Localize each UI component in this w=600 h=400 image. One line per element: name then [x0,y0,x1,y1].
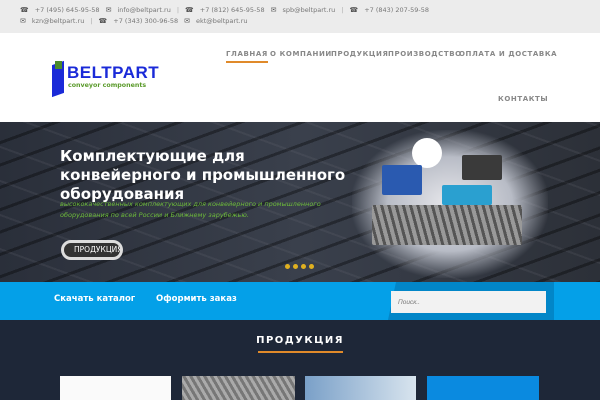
separator: | [90,17,93,25]
nav-home[interactable]: ГЛАВНАЯ [226,50,268,63]
nav-contacts[interactable]: КОНТАКТЫ [498,95,548,103]
email-address[interactable]: spb@beltpart.ru [282,5,335,16]
nav-production[interactable]: ПРОИЗВОДСТВО [388,50,462,58]
mail-icon: ✉ [184,17,190,25]
phone-icon: ☎ [20,6,29,14]
nav-payment-delivery[interactable]: ОПЛАТА И ДОСТАВКА [459,50,557,58]
separator: | [176,6,180,14]
nav-about[interactable]: О КОМПАНИИ [270,50,332,58]
separator: | [341,6,344,14]
phone-number[interactable]: +7 (495) 645-95-58 [35,5,100,16]
logo-mark-accent [55,61,62,69]
heading-underline [258,351,343,353]
hero-subtitle: высококачественных комплектующих для кон… [60,200,321,219]
slide-dot[interactable] [293,264,298,269]
product-card[interactable] [305,376,416,400]
hero-title: Комплектующие для конвейерного и промышл… [60,147,346,203]
phone-icon: ☎ [185,6,194,14]
search-input[interactable] [391,291,546,313]
action-bar: Скачать каталог Оформить заказ [0,282,600,320]
place-order-link[interactable]: Оформить заказ [156,294,237,304]
hero-products-image [352,130,548,278]
product-card[interactable] [182,376,295,400]
phone-number[interactable]: +7 (812) 645-95-58 [200,5,265,16]
slide-dot[interactable] [301,264,306,269]
mail-icon: ✉ [20,17,26,25]
products-heading: ПРОДУКЦИЯ [256,335,344,346]
product-card[interactable] [427,376,539,400]
mail-icon: ✉ [270,6,277,14]
phone-number[interactable]: +7 (843) 207-59-58 [364,5,429,16]
products-section: ПРОДУКЦИЯ [0,320,600,400]
slide-dot[interactable] [285,264,290,269]
email-address[interactable]: ekt@beltpart.ru [196,16,247,27]
mail-icon: ✉ [105,6,112,14]
phone-icon: ☎ [349,6,359,14]
email-address[interactable]: info@beltpart.ru [117,5,170,16]
slide-dot[interactable] [309,264,314,269]
phone-icon: ☎ [98,17,108,25]
logo-name: BELTPART [67,63,160,82]
logo-tagline: conveyor components [68,82,147,89]
phone-number[interactable]: +7 (343) 300-96-58 [113,16,178,27]
email-address[interactable]: kzn@beltpart.ru [32,16,84,27]
contact-bar: ☎ +7 (495) 645-95-58 ✉ info@beltpart.ru | ☎ +7… [0,0,600,33]
slider-dots [285,264,314,269]
logo[interactable]: BELTPART conveyor components [52,55,172,98]
download-catalog-link[interactable]: Скачать каталог [54,294,135,304]
product-card[interactable] [60,376,171,400]
hero-slider: Комплектующие для конвейерного и промышл… [0,122,600,282]
nav-products[interactable]: ПРОДУКЦИЯ [331,50,388,58]
site-header: BELTPART conveyor components ГЛАВНАЯ О К… [0,33,600,122]
hero-products-button[interactable]: ПРОДУКЦИЯ [61,240,123,260]
